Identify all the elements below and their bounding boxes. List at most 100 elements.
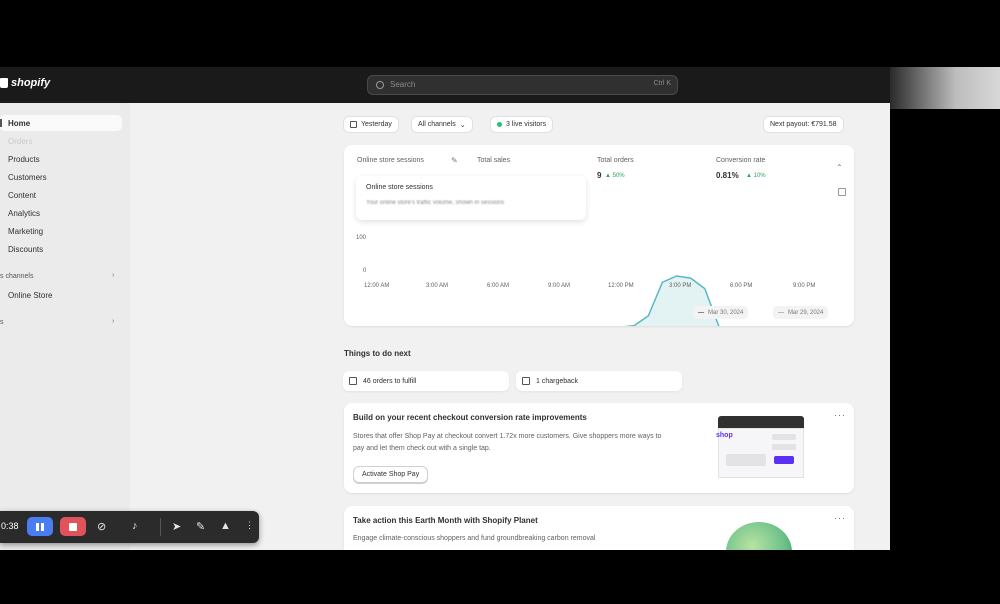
sidebar-item-discounts[interactable]: Discounts [0, 241, 43, 257]
screen-recorder-toolbar: 0:38 ⊘ ♪ ➤ ✎ ▲ ⋮ [0, 511, 259, 543]
search-input[interactable]: Search Ctrl K [367, 75, 678, 95]
sidebar-item-label: Online Store [8, 290, 53, 300]
sidebar-item-label: Content [8, 190, 37, 200]
recording-timer: 0:38 [1, 521, 19, 531]
search-placeholder: Search [390, 80, 416, 89]
legend-line-icon [698, 311, 704, 314]
promo-body: Engage climate-conscious shoppers and fu… [353, 535, 596, 542]
calendar-icon [350, 121, 357, 128]
todo-chargeback[interactable]: 1 chargeback [516, 371, 682, 391]
y-tick-label: 0 [363, 268, 367, 274]
illustration-block [726, 454, 766, 466]
chevron-right-icon[interactable]: › [112, 272, 114, 279]
sidebar-item-label: Marketing [8, 226, 44, 236]
todo-label: 46 orders to fulfill [363, 377, 417, 385]
stop-icon [69, 522, 77, 531]
date-filter-button[interactable]: Yesterday [343, 116, 399, 133]
sidebar-item-orders[interactable]: Orders [0, 133, 32, 149]
toolbar-divider [160, 518, 161, 536]
more-icon[interactable]: ⋮ [245, 520, 254, 531]
cursor-icon[interactable]: ➤ [172, 520, 181, 533]
x-tick-label: 3:00 AM [426, 283, 449, 289]
shopify-logo[interactable]: shopify [0, 77, 50, 89]
y-tick-label: 100 [356, 235, 367, 241]
sidebar-item-label: Orders [8, 136, 33, 146]
search-icon [376, 81, 384, 89]
legend-label: Mar 30, 2024 [708, 309, 744, 316]
next-payout-label: Next payout: €791.58 [770, 121, 837, 128]
top-bar: shopify Search Ctrl K [0, 67, 890, 103]
activate-shop-pay-button[interactable]: Activate Shop Pay [353, 466, 429, 483]
legend-label: Mar 29, 2024 [788, 309, 824, 316]
illustration-header [718, 416, 804, 428]
illustration-pay-button [774, 456, 794, 464]
shop-pay-illustration: shop [716, 416, 804, 480]
promo-title: Take action this Earth Month with Shopif… [353, 516, 538, 525]
promo-body: Stores that offer Shop Pay at checkout c… [353, 433, 662, 452]
todo-label: 1 chargeback [536, 377, 579, 385]
sidebar-item-label: Customers [8, 172, 47, 182]
sales-channels-label: s channels [0, 273, 34, 280]
legend-current-period[interactable]: Mar 30, 2024 [693, 306, 749, 319]
stop-button[interactable] [60, 517, 86, 536]
illustration-block [772, 444, 796, 450]
dropdown-option-title[interactable]: Online store sessions [366, 184, 433, 191]
sidebar-item-analytics[interactable]: Analytics [0, 205, 40, 221]
pen-icon[interactable]: ✎ [196, 520, 205, 533]
next-payout-button[interactable]: Next payout: €791.58 [763, 116, 844, 133]
x-tick-label: 6:00 AM [487, 283, 510, 289]
letterbox-bottom [0, 550, 1000, 604]
x-tick-label: 12:00 PM [608, 283, 634, 289]
chevron-right-icon[interactable]: › [112, 318, 114, 325]
sidebar-item-content[interactable]: Content [0, 187, 36, 203]
promo-title: Build on your recent checkout conversion… [353, 413, 587, 422]
live-visitors-button[interactable]: 3 live visitors [490, 116, 554, 133]
metric-dropdown[interactable]: Online store sessions Your online store'… [356, 176, 586, 220]
search-shortcut: Ctrl K [653, 80, 672, 87]
live-dot-icon [497, 122, 502, 127]
sessions-chart [624, 275, 721, 326]
sidebar-item-products[interactable]: Products [0, 151, 40, 167]
x-tick-label: 3:00 PM [669, 283, 692, 289]
shopify-admin-window: shopify Search Ctrl K Home Orders Produc… [0, 67, 890, 550]
legend-previous-period[interactable]: Mar 29, 2024 [773, 306, 829, 319]
sidebar-item-label: Home [8, 118, 31, 128]
illustration-block [772, 434, 796, 440]
sidebar-item-home[interactable]: Home [0, 115, 122, 131]
home-icon [0, 119, 2, 127]
sidebar: Home Orders Products Customers Content A… [0, 103, 130, 550]
channels-filter-button[interactable]: All channels ⌄ [411, 116, 473, 133]
legend-dash-icon [778, 311, 784, 314]
brand-name: shopify [11, 77, 51, 89]
more-options-icon[interactable]: ··· [834, 513, 846, 523]
things-to-do-heading: Things to do next [344, 349, 411, 358]
sidebar-item-customers[interactable]: Customers [0, 169, 47, 185]
sidebar-item-online-store[interactable]: Online Store [0, 287, 52, 303]
chargeback-icon [522, 377, 530, 385]
x-tick-label: 9:00 AM [548, 283, 571, 289]
pause-icon [36, 522, 44, 531]
shop-pay-logo: shop [716, 432, 733, 439]
apps-label: s [0, 319, 4, 326]
blurred-region [890, 67, 1000, 109]
x-tick-label: 9:00 PM [793, 283, 816, 289]
pause-button[interactable] [27, 517, 53, 536]
live-visitors-label: 3 live visitors [506, 121, 547, 128]
more-options-icon[interactable]: ··· [834, 410, 846, 420]
x-tick-label: 6:00 PM [730, 283, 753, 289]
channels-filter-label: All channels [418, 121, 456, 128]
x-tick-label: 12:00 AM [364, 283, 390, 289]
webcam-icon[interactable]: ⊘ [97, 520, 106, 533]
sidebar-item-label: Analytics [8, 208, 41, 218]
sidebar-item-marketing[interactable]: Marketing [0, 223, 43, 239]
sidebar-item-label: Products [8, 154, 40, 164]
shopify-bag-icon [0, 78, 8, 88]
microphone-off-icon[interactable]: ♪ [132, 520, 138, 532]
sidebar-item-label: Discounts [8, 244, 44, 254]
highlighter-icon[interactable]: ▲ [220, 520, 231, 532]
chevron-down-icon: ⌄ [459, 121, 466, 129]
dropdown-option-description: Your online store's traffic volume, show… [366, 200, 505, 206]
todo-orders-to-fulfill[interactable]: 46 orders to fulfill [343, 371, 509, 391]
date-filter-label: Yesterday [361, 121, 392, 128]
order-icon [349, 377, 357, 385]
